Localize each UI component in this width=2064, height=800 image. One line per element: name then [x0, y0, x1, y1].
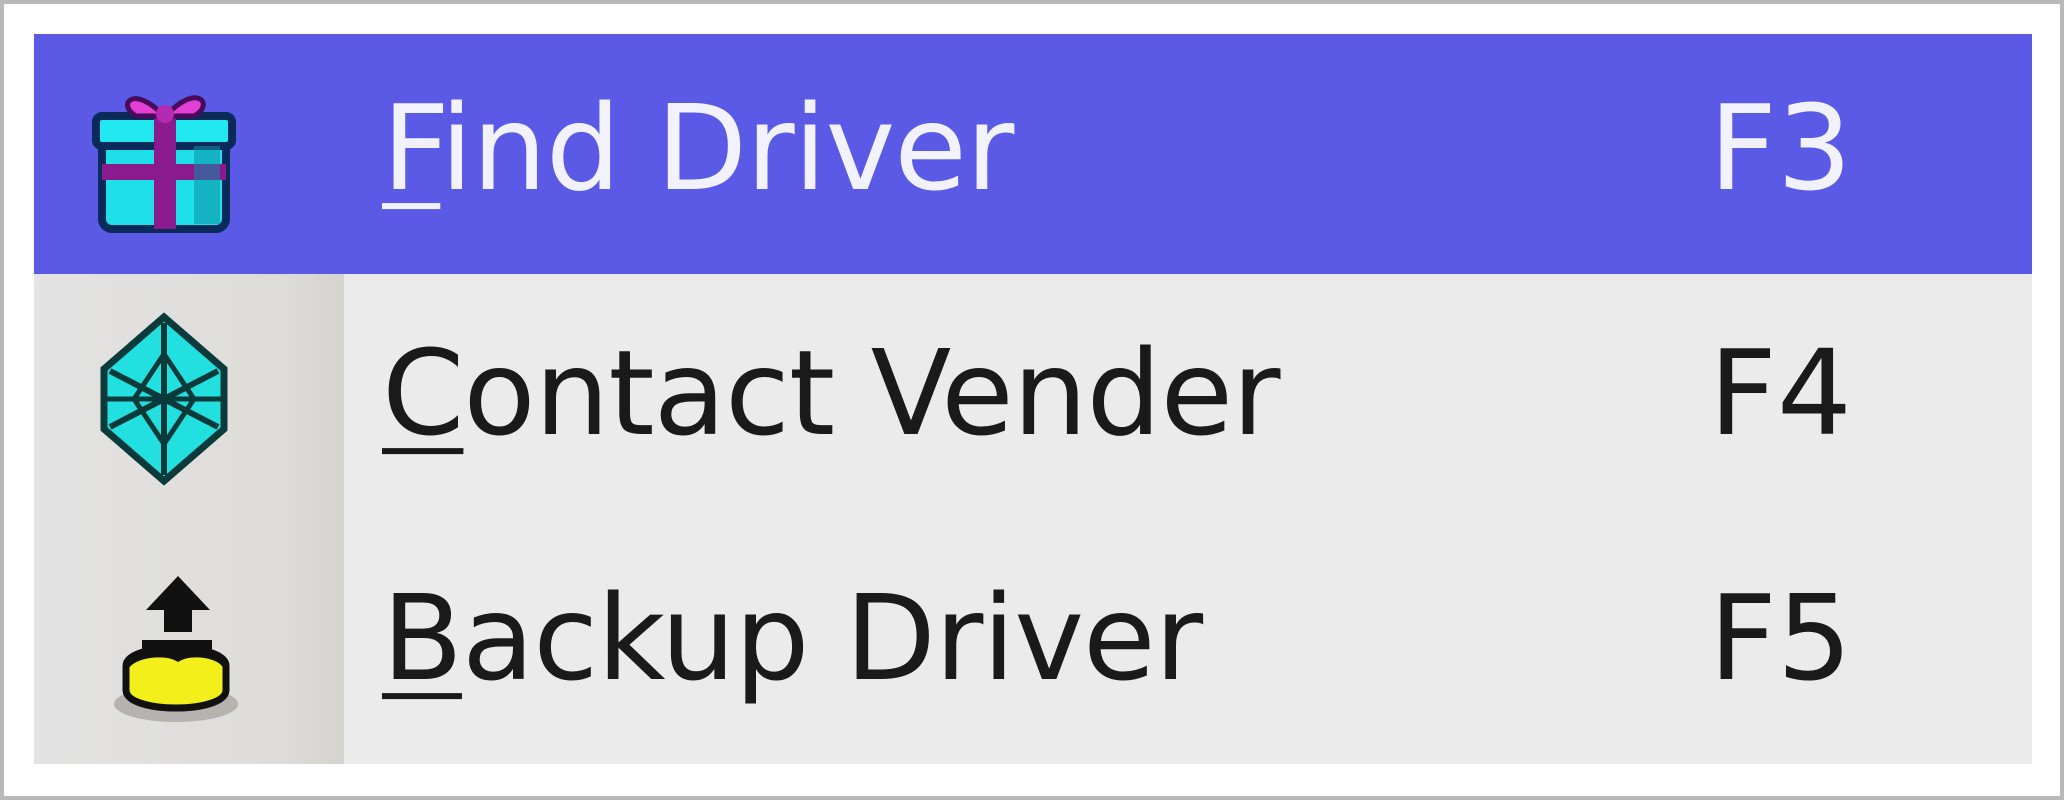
- menu-item-backup-driver[interactable]: Backup Driver F5: [34, 524, 2032, 764]
- menu-item-shortcut: F4: [1709, 324, 1852, 463]
- menu-item-label-rest: ontact Vender: [463, 324, 1280, 463]
- mnemonic-letter: F: [382, 79, 441, 218]
- menu-item-label: Contact Vender: [382, 334, 1281, 452]
- context-menu: Find Driver F3 Contact Vender F4 Backup …: [0, 0, 2064, 800]
- menu-item-label: Backup Driver: [382, 579, 1203, 697]
- menu-item-find-driver[interactable]: Find Driver F3: [34, 34, 2032, 274]
- menu-item-contact-vender[interactable]: Contact Vender F4: [34, 279, 2032, 519]
- menu-item-label-rest: ind Driver: [440, 79, 1014, 218]
- snowflake-icon: [74, 309, 254, 489]
- gift-box-icon: [74, 64, 254, 244]
- context-menu-body: Find Driver F3 Contact Vender F4 Backup …: [34, 34, 2032, 764]
- mnemonic-letter: B: [382, 569, 463, 708]
- menu-item-shortcut: F5: [1709, 569, 1852, 708]
- menu-item-label: Find Driver: [382, 89, 1014, 207]
- mnemonic-letter: C: [382, 324, 464, 463]
- menu-item-label-rest: ackup Driver: [461, 569, 1203, 708]
- backup-upload-icon: [74, 554, 254, 734]
- menu-item-shortcut: F3: [1709, 79, 1852, 218]
